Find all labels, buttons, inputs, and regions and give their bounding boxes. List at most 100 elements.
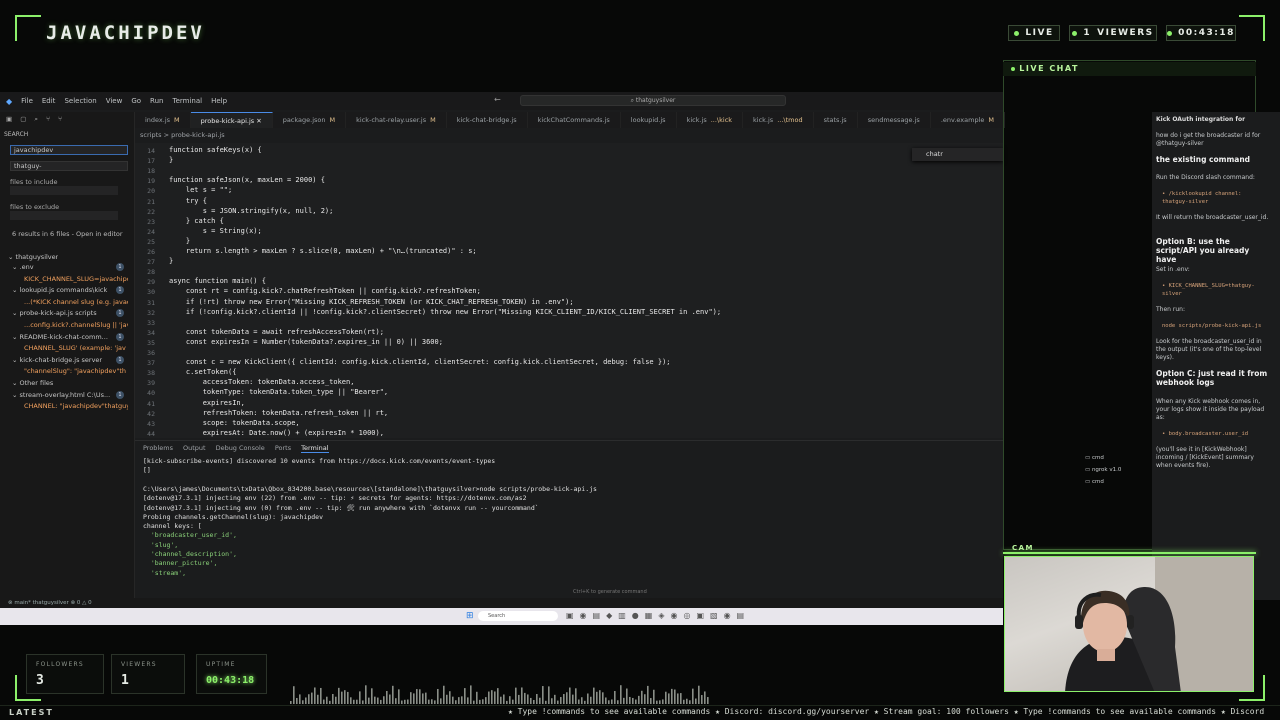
visualizer-bar xyxy=(353,699,355,704)
result-match[interactable]: CHANNEL_SLUG' (example: 'jav xyxy=(24,344,128,352)
back-arrow-icon[interactable]: ← xyxy=(494,95,501,104)
assistant-code-text: • body.broadcaster.user_id xyxy=(1162,431,1249,437)
code-editor[interactable]: 14 function safeKeys(x) {17} 18 19 function … xyxy=(135,143,1003,438)
replace-input[interactable]: thatguy- xyxy=(10,161,128,171)
editor-tab[interactable]: sendmessage.js xyxy=(858,112,931,128)
viewers-label: VIEWERS xyxy=(1097,28,1154,38)
editor-tab[interactable]: .env.example M xyxy=(931,112,1005,128)
followers-stat: FOLLOWERS 3 xyxy=(26,654,104,694)
result-file[interactable]: ⌄ lookupid.js commands\kick xyxy=(12,286,122,294)
menu-selection[interactable]: Selection xyxy=(64,97,96,105)
tab-label: kick.js xyxy=(753,116,774,124)
code-line: tokenType: tokenData.token_type || "Bear… xyxy=(169,388,389,397)
editor-tab[interactable]: kick.js ...\tmod xyxy=(743,112,814,128)
tab-close-icon[interactable]: ✕ xyxy=(254,117,261,125)
visualizer-bar xyxy=(659,700,661,704)
menu-help[interactable]: Help xyxy=(211,97,227,105)
find-widget[interactable]: chatr xyxy=(912,148,1003,161)
assistant-paragraph: how do i get the broadcaster id for @tha… xyxy=(1156,132,1261,147)
code-line: c.setToken({ xyxy=(169,368,237,377)
menu-go[interactable]: Go xyxy=(131,97,141,105)
result-file[interactable]: ⌄ kick-chat-bridge.js server xyxy=(12,356,122,364)
menu-view[interactable]: View xyxy=(106,97,123,105)
viewers-dot-icon xyxy=(1072,30,1078,36)
line-number: 20 xyxy=(147,187,155,196)
viewers-count: 1 xyxy=(1083,28,1092,38)
visualizer-bar xyxy=(332,693,334,704)
visualizer-bar xyxy=(623,697,625,704)
line-number: 35 xyxy=(147,338,155,347)
result-match[interactable]: CHANNEL: "javachipdev"thatguy-s xyxy=(24,402,128,410)
menu-run[interactable]: Run xyxy=(150,97,163,105)
result-text: CHANNEL_SLUG' (example: 'jav xyxy=(24,344,126,353)
cam-label: CAM xyxy=(1012,544,1035,552)
editor-tab[interactable]: lookupid.js xyxy=(621,112,677,128)
visualizer-bar xyxy=(386,690,388,704)
result-match[interactable]: KICK_CHANNEL_SLUG=javachipd xyxy=(24,275,128,283)
assistant-code-text: node scripts/probe-kick-api.js xyxy=(1162,323,1262,329)
panel-tab-terminal[interactable]: Terminal xyxy=(301,444,329,453)
results-root[interactable]: ⌄ thatguysilver xyxy=(8,253,58,261)
visualizer-bar xyxy=(593,687,595,704)
assistant-code: • body.broadcaster.user_id xyxy=(1156,430,1271,438)
search-input[interactable]: javachipdev xyxy=(10,145,128,155)
editor-tab[interactable]: kick.js ...\kick xyxy=(677,112,744,128)
line-number: 42 xyxy=(147,409,155,418)
menu-terminal[interactable]: Terminal xyxy=(172,97,202,105)
find-widget-value: chatr xyxy=(926,150,943,158)
command-center[interactable]: ⌕ thatguysilver xyxy=(520,95,786,106)
editor-tab[interactable]: kickChatCommands.js xyxy=(528,112,621,128)
result-match[interactable]: ...config.kick?.channelSlug || 'java xyxy=(24,321,128,329)
visualizer-bar xyxy=(392,685,394,704)
terminal-instance[interactable]: ▭ cmd xyxy=(1085,455,1104,461)
menu-edit[interactable]: Edit xyxy=(42,97,56,105)
visualizer-bar xyxy=(347,691,349,704)
visualizer-bar xyxy=(389,694,391,704)
result-file[interactable]: ⌄ Other files xyxy=(12,379,122,387)
visualizer-bar xyxy=(653,689,655,704)
terminal-instance[interactable]: ▭ ngrok v1.0 xyxy=(1085,467,1121,473)
assistant-heading-text: Option B: use the script/API you already… xyxy=(1156,237,1250,264)
visualizer-bar xyxy=(617,700,619,704)
panel-tab-ports[interactable]: Ports xyxy=(275,444,291,453)
code-line: const expiresIn = Number(tokenData?.expi… xyxy=(169,337,443,346)
panel-tab-output[interactable]: Output xyxy=(183,444,206,453)
code-line: accessToken: tokenData.access_token, xyxy=(169,378,355,387)
windows-start-icon[interactable]: ⊞ xyxy=(466,611,474,621)
tab-label: stats.js xyxy=(823,116,847,124)
tab-modified-mark: M xyxy=(329,116,336,124)
terminal-instance[interactable]: ▭ cmd xyxy=(1085,479,1104,485)
taskbar-app-icons[interactable]: ▣◉▤◆▥●▦◈◉◎▣▧◉▤ xyxy=(566,611,750,620)
panel-tab-problems[interactable]: Problems xyxy=(143,444,173,453)
visualizer-bar xyxy=(398,689,400,704)
result-file[interactable]: ⌄ README-kick-chat-comm... xyxy=(12,333,122,341)
visualizer-bar xyxy=(362,700,364,704)
sidebar-toolbar-icons[interactable]: ▣ ▢ ⌕ ⑂ ⑂ xyxy=(6,115,65,124)
files-include-input[interactable] xyxy=(10,186,118,195)
files-exclude-input[interactable] xyxy=(10,211,118,220)
visualizer-bar xyxy=(296,697,298,704)
editor-tab[interactable]: kick-chat-relay.user.js M xyxy=(346,112,447,128)
taskbar-search[interactable]: Search xyxy=(478,611,558,621)
result-match[interactable]: ...(*KICK channel slug (e.g. javach xyxy=(24,298,128,306)
breadcrumb[interactable]: scripts > probe-kick-api.js xyxy=(140,131,225,139)
tab-label: package.json xyxy=(282,116,326,124)
visualizer-bar xyxy=(479,699,481,704)
results-summary[interactable]: 6 results in 6 files - Open in editor xyxy=(12,230,123,238)
result-count-badge: 1 xyxy=(116,286,124,295)
result-file[interactable]: ⌄ probe-kick-api.js scripts xyxy=(12,309,122,317)
result-file[interactable]: ⌄ stream-overlay.html C:\Us... xyxy=(12,391,122,399)
editor-tab[interactable]: index.js M xyxy=(135,112,191,128)
result-file[interactable]: ⌄ .env xyxy=(12,263,122,271)
panel-tab-debug-console[interactable]: Debug Console xyxy=(216,444,265,453)
editor-tab[interactable]: package.json M xyxy=(273,112,347,128)
line-number: 27 xyxy=(147,258,155,267)
result-match[interactable]: "channelSlug": "javachipdev"th xyxy=(24,367,128,375)
editor-tab[interactable]: stats.js xyxy=(814,112,858,128)
editor-tab[interactable]: kick-chat-bridge.js xyxy=(447,112,528,128)
code-line: } xyxy=(169,156,174,165)
editor-tab[interactable]: probe-kick-api.js ✕ xyxy=(190,112,273,128)
menu-file[interactable]: File xyxy=(21,97,33,105)
visualizer-bar xyxy=(290,701,292,704)
code-line: } xyxy=(169,257,174,266)
